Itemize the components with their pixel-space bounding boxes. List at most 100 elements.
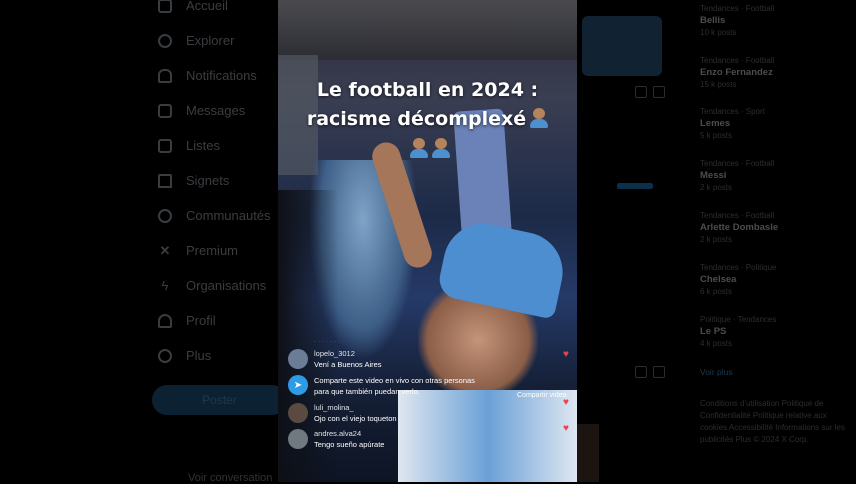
profile-snippet[interactable]: Voir conversation — [188, 472, 272, 484]
nav-item-communautes[interactable]: Communautés — [150, 198, 280, 233]
nav-item-accueil[interactable]: Accueil — [150, 0, 280, 23]
trend-category: Tendances · Politique — [700, 263, 777, 272]
send-icon[interactable]: ➤ — [288, 375, 308, 395]
trend-count: 4 k posts — [700, 339, 733, 348]
trend-category: Tendances · Sport — [700, 107, 765, 116]
trend-item[interactable]: Tendances · Football Enzo Fernandez 15 k p… — [700, 56, 850, 89]
nav-label: Explorer — [186, 33, 235, 48]
nav-item-signets[interactable]: Signets — [150, 163, 280, 198]
video-player[interactable]: Le football en 2024 : racisme décomplexé… — [278, 0, 577, 482]
timeline-column — [577, 0, 687, 482]
bell-icon — [158, 68, 172, 83]
video-headline: Le football en 2024 : racisme décomplexé — [278, 76, 577, 134]
nav-label: Notifications — [186, 68, 257, 83]
trend-count: 5 k posts — [700, 131, 733, 140]
trend-count: 2 k posts — [700, 183, 733, 192]
nav-label: Plus — [186, 348, 212, 363]
comment-user[interactable]: lopelo_3012 — [314, 349, 382, 358]
list-icon — [158, 138, 172, 153]
search-icon — [158, 33, 172, 48]
person-emoji-icon — [431, 138, 450, 158]
trend-category: Tendances · Football — [700, 56, 775, 65]
avatar[interactable] — [288, 429, 308, 449]
trend-name: Le PS — [700, 326, 727, 337]
faded-comment: · · · · · · · — [314, 338, 340, 345]
video-bg-ceiling — [278, 0, 577, 60]
trend-category: Tendances · Football — [700, 211, 775, 220]
share-icon[interactable] — [653, 86, 665, 98]
post-thumbnail[interactable] — [582, 16, 662, 76]
comment-text: Vení a Buenos Aires — [314, 360, 382, 369]
trend-count: 15 k posts — [700, 80, 737, 89]
nav-label: Premium — [186, 243, 239, 258]
avatar[interactable] — [288, 349, 308, 369]
headline-line-1: Le football en 2024 : — [316, 79, 539, 101]
emoji-row — [278, 138, 577, 160]
person-emoji-icon — [409, 138, 428, 158]
trend-name: Chelsea — [700, 274, 737, 285]
comment-item: luli_molina_ Ojo con el viejo toqueton — [288, 403, 488, 423]
nav-label: Accueil — [186, 0, 228, 13]
bookmark-icon[interactable] — [635, 366, 647, 378]
nav-item-messages[interactable]: Messages — [150, 93, 280, 128]
post-button[interactable]: Poster — [152, 385, 287, 415]
show-more-link[interactable]: Voir plus — [700, 367, 733, 377]
trend-item[interactable]: Tendances · Politique Chelsea 6 k posts — [700, 263, 850, 296]
post-thumbnail[interactable] — [577, 424, 599, 482]
nav-item-plus[interactable]: Plus — [150, 338, 280, 373]
trend-name: Bellis — [700, 15, 726, 26]
trend-category: Tendances · Football — [700, 159, 775, 168]
trend-count: 2 k posts — [700, 235, 733, 244]
link-bar — [617, 183, 653, 189]
share-icon[interactable] — [653, 366, 665, 378]
nav-label: Organisations — [186, 278, 267, 293]
comment-text: Tengo sueño apúrate — [314, 440, 385, 449]
avatar[interactable] — [288, 403, 308, 423]
comment-user[interactable]: luli_molina_ — [314, 403, 397, 412]
headline-line-2: racisme décomplexé — [306, 108, 527, 130]
home-icon — [158, 0, 172, 13]
heart-icon: ♥ — [563, 397, 569, 408]
heart-icon: ♥ — [563, 423, 569, 434]
trend-item[interactable]: Tendances · Sport Lemes 5 k posts — [700, 107, 850, 140]
nav-label: Communautés — [186, 208, 271, 223]
people-icon — [158, 208, 172, 223]
comment-item: andres.alva24 Tengo sueño apúrate — [288, 429, 488, 449]
trend-count: 6 k posts — [700, 287, 733, 296]
trend-item[interactable]: Politique · Tendances Le PS 4 k posts — [700, 315, 850, 348]
comment-text: Ojo con el viejo toqueton — [314, 414, 397, 423]
trend-name: Enzo Fernandez — [700, 67, 773, 78]
comment-user[interactable]: andres.alva24 — [314, 429, 384, 438]
nav-item-listes[interactable]: Listes — [150, 128, 280, 163]
nav-label: Profil — [186, 313, 216, 328]
nav-item-explorer[interactable]: Explorer — [150, 23, 280, 58]
nav-item-premium[interactable]: ✕ Premium — [150, 233, 280, 268]
bookmark-icon — [158, 173, 172, 188]
trend-item[interactable]: Tendances · Football Bellis 10 k posts — [700, 4, 850, 37]
nav-item-profil[interactable]: Profil — [150, 303, 280, 338]
footer-links[interactable]: Conditions d'utilisation Politique de Co… — [700, 398, 850, 446]
bookmark-icon[interactable] — [635, 86, 647, 98]
user-icon — [158, 313, 172, 328]
lightning-icon: ϟ — [161, 277, 169, 293]
trend-name: Messi — [700, 170, 727, 181]
nav-item-notifications[interactable]: Notifications — [150, 58, 280, 93]
share-prompt: ➤ Comparte este video en vivo con otras … — [288, 375, 488, 397]
person-emoji-icon — [530, 108, 549, 128]
nav-item-organisations[interactable]: ϟ Organisations — [150, 268, 280, 303]
share-prompt-text: Comparte este video en vivo con otras pe… — [314, 376, 475, 396]
left-navigation: Accueil Explorer Notifications Messages … — [150, 0, 280, 373]
more-icon — [158, 348, 172, 363]
live-comments: · · · · · · · lopelo_3012 Vení a Buenos A… — [288, 338, 488, 455]
x-logo-icon: ✕ — [159, 242, 171, 258]
comment-item: lopelo_3012 Vení a Buenos Aires — [288, 349, 488, 369]
trend-item[interactable]: Tendances · Football Messi 2 k posts — [700, 159, 850, 192]
trend-item[interactable]: Tendances · Football Arlette Dombasle 2 k … — [700, 211, 850, 244]
trend-category: Tendances · Football — [700, 4, 775, 13]
share-video-button[interactable]: Compartir video — [517, 392, 566, 399]
mail-icon — [158, 103, 172, 118]
trend-name: Lemes — [700, 118, 731, 129]
heart-icon: ♥ — [563, 349, 569, 360]
trend-category: Politique · Tendances — [700, 315, 777, 324]
nav-label: Listes — [186, 138, 220, 153]
